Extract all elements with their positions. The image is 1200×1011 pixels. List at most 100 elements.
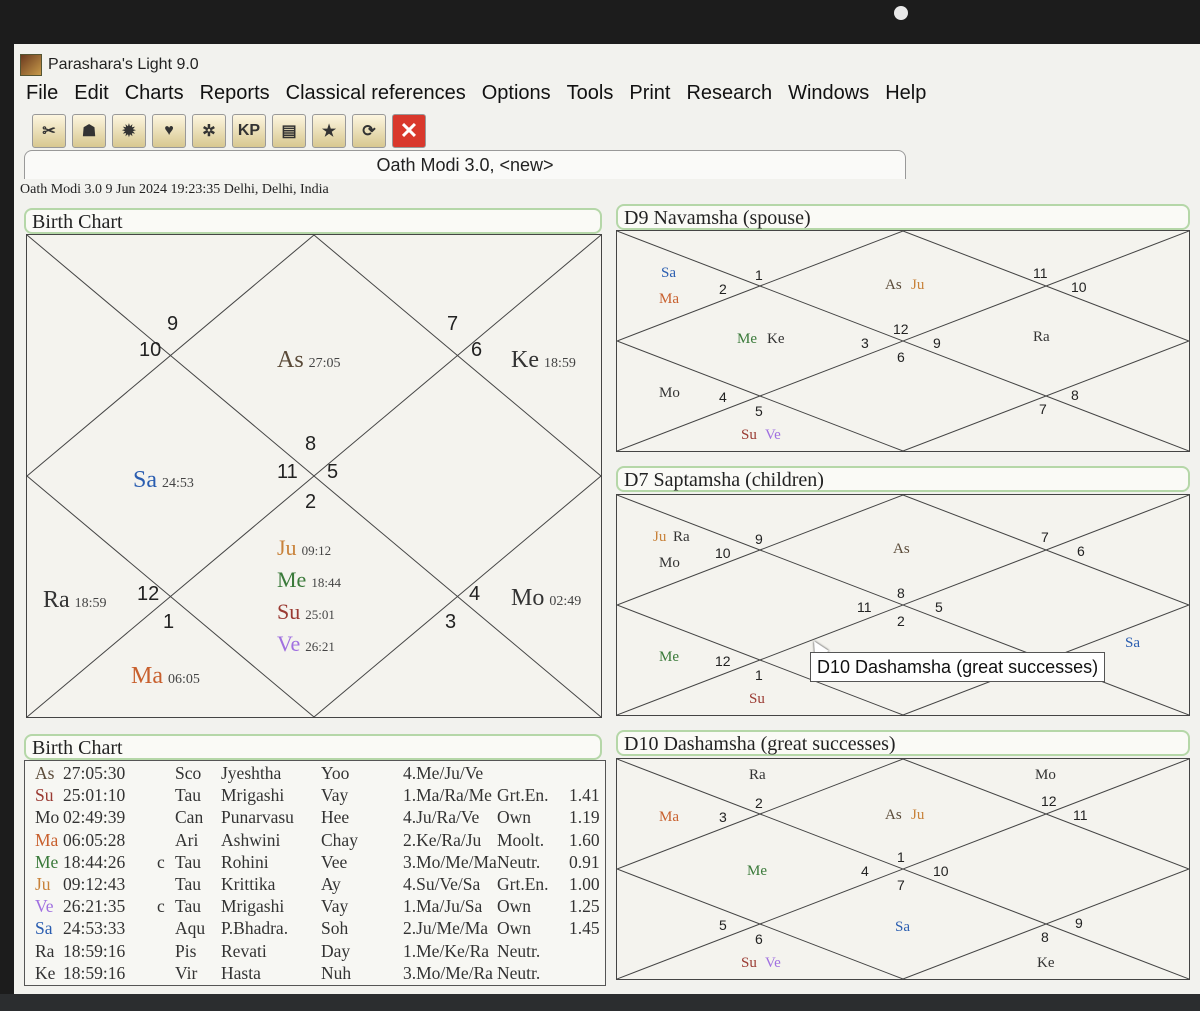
table-cell: Grt.En.	[497, 874, 549, 894]
menu-windows[interactable]: Windows	[788, 82, 869, 110]
chart-tab[interactable]: Oath Modi 3.0, <new>	[24, 150, 906, 179]
table-cell: Tau	[175, 896, 201, 917]
house-number: 12	[137, 583, 160, 605]
menu-file[interactable]: File	[26, 82, 58, 110]
wheel-icon[interactable]: ✲	[192, 114, 226, 148]
person-icon[interactable]: ☗	[72, 114, 106, 148]
taskbar	[0, 994, 1200, 1011]
table-cell: Sco	[175, 763, 202, 783]
planet-su: Su	[741, 955, 757, 971]
table-cell: 02:49:39	[63, 807, 126, 828]
planet-mo: Mo 02:49	[511, 585, 582, 611]
table-cell: Neutr.	[497, 962, 541, 983]
app-title: Parashara's Light 9.0	[48, 56, 199, 73]
planet-su: Su	[741, 427, 757, 443]
planet-degree: 18:59	[74, 596, 107, 611]
table-cell: Ma	[35, 829, 59, 850]
table-cell: Own	[497, 896, 532, 917]
planet-ve: Ve	[765, 955, 781, 971]
house-number: 11	[1073, 807, 1088, 823]
table-cell: Ke	[35, 962, 56, 983]
table-cell: 1.60	[569, 829, 600, 850]
planet-ju: Ju	[653, 529, 667, 545]
house-number: 1	[755, 667, 763, 683]
tools-icon[interactable]: ✂	[32, 114, 66, 148]
house-number: 10	[1071, 279, 1087, 295]
house-number: 8	[305, 433, 317, 455]
planet-ma: Ma 06:05	[131, 663, 200, 689]
table-cell: Own	[497, 918, 532, 939]
title-bar: Parashara's Light 9.0	[20, 52, 199, 78]
menu-print[interactable]: Print	[629, 82, 670, 110]
menu-edit[interactable]: Edit	[74, 82, 108, 110]
d9-title[interactable]: D9 Navamsha (spouse)	[616, 204, 1190, 230]
table-cell: Nuh	[321, 962, 352, 983]
house-number: 1	[163, 611, 175, 633]
table-cell: Jyeshtha	[221, 763, 282, 783]
house-number: 6	[471, 339, 483, 361]
app-window: Parashara's Light 9.0 File Edit Charts Repo…	[14, 44, 1200, 994]
planet-degree: 24:53	[162, 476, 194, 491]
table-cell: 18:59:16	[63, 962, 126, 983]
menu-tools[interactable]: Tools	[567, 82, 614, 110]
menu-classical-references[interactable]: Classical references	[286, 82, 466, 110]
birth-chart-title[interactable]: Birth Chart	[24, 208, 602, 234]
refresh-icon[interactable]: ⟳	[352, 114, 386, 148]
table-cell: Hasta	[221, 962, 261, 983]
report-icon[interactable]: ▤	[272, 114, 306, 148]
house-number: 1	[755, 267, 763, 283]
house-number: 2	[897, 613, 905, 629]
birth-chart[interactable]: 9 10 7 6 8 11 5 2 12 1 4 3 As 27:05 Ke 18:59 Sa 24:53 Ju 09…	[26, 234, 602, 718]
table-cell: Aqu	[175, 918, 206, 939]
menu-help[interactable]: Help	[885, 82, 926, 110]
toolbar: ✂ ☗ ✹ ♥ ✲ KP ▤ ★ ⟳ ✕	[32, 114, 426, 148]
house-number: 2	[755, 795, 763, 811]
d7-title[interactable]: D7 Saptamsha (children)	[616, 466, 1190, 492]
house-number: 11	[277, 461, 298, 483]
table-cell: Punarvasu	[221, 807, 294, 828]
planet-ra: Ra	[673, 529, 690, 545]
kp-icon[interactable]: KP	[232, 114, 266, 148]
planet-degree: 18:44	[311, 575, 341, 590]
table-title[interactable]: Birth Chart	[24, 734, 602, 760]
planet-ve: Ve 26:21	[277, 631, 335, 656]
close-icon[interactable]: ✕	[392, 114, 426, 148]
planet-table: As 27:05:30 Sco Jyeshtha Yoo 4.Me/Ju/Ve Su 25:0…	[24, 760, 606, 986]
house-number: 8	[1071, 387, 1079, 403]
d10-chart[interactable]: 2 3 12 11 1 4 10 7 5 6 8 9 Ra Mo Ma As Ju Me Sa Su Ve Ke	[616, 758, 1190, 980]
house-number: 7	[447, 313, 459, 335]
planet-me: Me 18:44	[277, 567, 341, 592]
sun-icon[interactable]: ✹	[112, 114, 146, 148]
star-icon[interactable]: ★	[312, 114, 346, 148]
house-number: 7	[1041, 529, 1049, 545]
chart-info: Oath Modi 3.0 9 Jun 2024 19:23:35 Delhi,…	[20, 182, 329, 197]
planet-ju: Ju	[911, 807, 925, 823]
menu-reports[interactable]: Reports	[200, 82, 270, 110]
house-number: 12	[715, 653, 731, 669]
d10-title[interactable]: D10 Dashamsha (great successes)	[616, 730, 1190, 756]
table-cell: Ashwini	[221, 829, 281, 850]
house-number: 5	[755, 403, 763, 419]
heart-icon[interactable]: ♥	[152, 114, 186, 148]
house-number: 8	[897, 585, 905, 601]
table-cell: Moolt.	[497, 829, 545, 850]
house-number: 3	[445, 611, 457, 633]
d7-chart[interactable]: 9 10 7 6 8 11 5 2 12 1 Ju Ra Mo As Me Su Sa	[616, 494, 1190, 716]
d9-chart[interactable]: 1 2 11 10 12 3 9 6 4 5 8 7 Sa Ma As Ju Me Ke Ra Mo Su Ve	[616, 230, 1190, 452]
planet-as: As	[885, 277, 902, 293]
table-cell: Mo	[35, 807, 60, 828]
table-cell: Pis	[175, 940, 197, 961]
table-cell: Ra	[35, 940, 55, 961]
menu-options[interactable]: Options	[482, 82, 551, 110]
tooltip: D10 Dashamsha (great successes)	[810, 652, 1106, 682]
house-number: 6	[897, 349, 905, 365]
table-cell: 18:44:26	[63, 851, 126, 872]
menu-charts[interactable]: Charts	[125, 82, 184, 110]
house-number: 6	[1077, 543, 1085, 559]
planet-degree: 09:12	[301, 543, 332, 558]
planet-ra: Ra	[749, 767, 766, 783]
table-cell: Soh	[321, 918, 349, 939]
planet-su: Su	[749, 691, 765, 707]
table-cell: Revati	[221, 940, 267, 961]
menu-research[interactable]: Research	[686, 82, 772, 110]
